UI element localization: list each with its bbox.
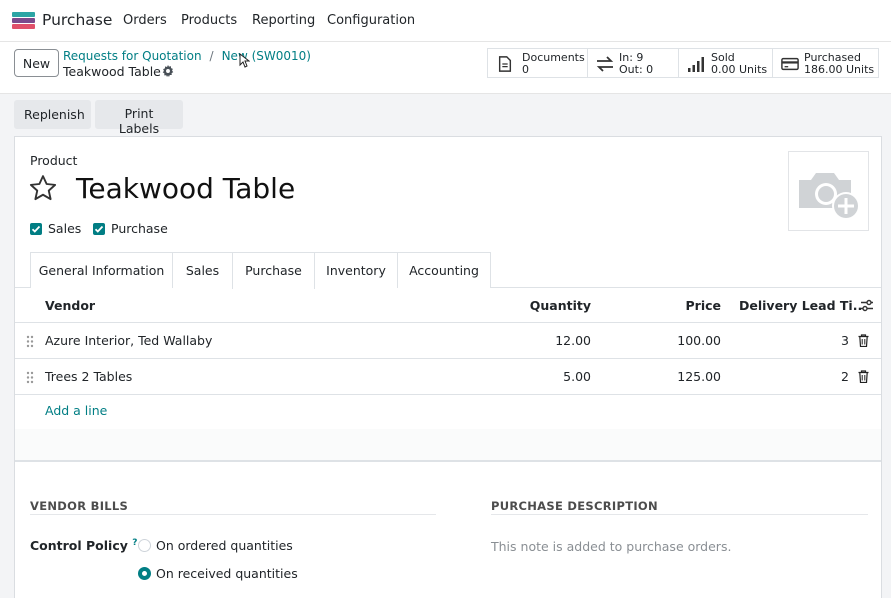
credit-card-icon bbox=[781, 57, 799, 71]
column-price[interactable]: Price bbox=[686, 298, 722, 313]
control-policy-text: Control Policy bbox=[30, 538, 128, 554]
tab-accounting[interactable]: Accounting bbox=[397, 252, 491, 288]
divider bbox=[30, 514, 436, 515]
table-empty-row bbox=[15, 429, 881, 461]
print-labels-button[interactable]: Print Labels bbox=[95, 100, 183, 136]
trash-icon[interactable] bbox=[858, 370, 869, 383]
gear-icon[interactable] bbox=[162, 65, 174, 77]
tab-sales[interactable]: Sales bbox=[172, 252, 233, 288]
control-panel: New Requests for Quotation / New (SW0010… bbox=[0, 42, 891, 94]
radio-received-quantities-label[interactable]: On received quantities bbox=[156, 566, 298, 581]
breadcrumb-new-order-link[interactable]: New (SW0010) bbox=[222, 49, 311, 63]
star-icon[interactable] bbox=[28, 173, 58, 203]
documents-smart-button[interactable]: Documents 0 bbox=[487, 48, 588, 78]
product-type-label: Product bbox=[30, 153, 78, 168]
replenish-button[interactable]: Replenish bbox=[14, 100, 91, 129]
vendor-cell[interactable]: Azure Interior, Ted Wallaby bbox=[45, 333, 212, 348]
radio-ordered-quantities-label[interactable]: On ordered quantities bbox=[156, 538, 293, 553]
purchased-value: 186.00 Units bbox=[804, 63, 875, 76]
drag-handle-icon[interactable] bbox=[26, 335, 34, 348]
drag-handle-icon[interactable] bbox=[26, 371, 34, 384]
document-icon bbox=[498, 56, 512, 72]
purchased-smart-button[interactable]: Purchased 186.00 Units bbox=[772, 48, 879, 78]
record-name: Teakwood Table bbox=[63, 64, 161, 79]
sold-value: 0.00 Units bbox=[711, 63, 768, 76]
quantity-cell[interactable]: 5.00 bbox=[563, 369, 591, 384]
lead-time-cell[interactable]: 3 bbox=[841, 333, 849, 348]
radio-received-quantities[interactable] bbox=[138, 567, 151, 580]
lead-time-cell[interactable]: 2 bbox=[841, 369, 849, 384]
product-image[interactable] bbox=[788, 151, 869, 231]
product-name[interactable]: Teakwood Table bbox=[76, 172, 295, 205]
menu-orders[interactable]: Orders bbox=[123, 13, 167, 28]
quantity-cell[interactable]: 12.00 bbox=[555, 333, 591, 348]
sales-checkbox[interactable] bbox=[30, 223, 42, 235]
documents-label: Documents bbox=[522, 51, 585, 64]
tab-inventory[interactable]: Inventory bbox=[314, 252, 398, 288]
purchase-description-field[interactable]: This note is added to purchase orders. bbox=[491, 539, 731, 554]
transfer-arrows-icon bbox=[596, 56, 614, 72]
menu-configuration[interactable]: Configuration bbox=[327, 13, 415, 28]
price-cell[interactable]: 100.00 bbox=[677, 333, 721, 348]
price-cell[interactable]: 125.00 bbox=[677, 369, 721, 384]
trash-icon[interactable] bbox=[858, 334, 869, 347]
table-row[interactable]: Trees 2 Tables 5.00 125.00 2 bbox=[15, 359, 881, 395]
camera-add-icon bbox=[799, 173, 860, 220]
vendor-bills-title: VENDOR BILLS bbox=[30, 499, 129, 513]
purchase-description-title: PURCHASE DESCRIPTION bbox=[491, 499, 658, 513]
breadcrumb: Requests for Quotation / New (SW0010) bbox=[63, 48, 311, 63]
notebook-tabs: General Information Sales Purchase Inven… bbox=[15, 252, 881, 289]
add-line-link[interactable]: Add a line bbox=[45, 403, 107, 418]
vendor-table-header: Vendor Quantity Price Delivery Lead Ti..… bbox=[15, 288, 881, 323]
mouse-cursor-icon bbox=[239, 53, 250, 68]
menu-products[interactable]: Products bbox=[181, 13, 237, 28]
tab-general-information[interactable]: General Information bbox=[30, 252, 173, 288]
tab-purchase[interactable]: Purchase bbox=[232, 252, 315, 289]
moves-out: Out: 0 bbox=[619, 63, 654, 76]
check-icon bbox=[94, 225, 104, 233]
purchase-checkbox-label: Purchase bbox=[111, 221, 168, 236]
documents-count: 0 bbox=[522, 63, 529, 76]
purchase-app-icon[interactable] bbox=[12, 12, 35, 29]
help-tooltip-icon[interactable]: ? bbox=[132, 538, 137, 548]
check-icon bbox=[31, 225, 41, 233]
table-row[interactable]: Azure Interior, Ted Wallaby 12.00 100.00… bbox=[15, 323, 881, 359]
vendor-cell[interactable]: Trees 2 Tables bbox=[45, 369, 132, 384]
app-name[interactable]: Purchase bbox=[42, 11, 112, 29]
menu-reporting[interactable]: Reporting bbox=[252, 13, 315, 28]
divider bbox=[15, 461, 881, 462]
purchase-checkbox[interactable] bbox=[93, 223, 105, 235]
new-button[interactable]: New bbox=[14, 49, 59, 77]
divider bbox=[491, 514, 868, 515]
breadcrumb-separator: / bbox=[209, 49, 214, 63]
column-quantity[interactable]: Quantity bbox=[530, 298, 591, 313]
bar-chart-icon bbox=[688, 57, 704, 72]
column-delivery-lead-time[interactable]: Delivery Lead Ti... bbox=[739, 298, 867, 313]
control-policy-label: Control Policy ? bbox=[30, 538, 138, 553]
sold-smart-button[interactable]: Sold 0.00 Units bbox=[678, 48, 773, 78]
product-form-sheet: Product Teakwood Table Sales Purchase Ge… bbox=[14, 136, 882, 598]
breadcrumb-rfq-link[interactable]: Requests for Quotation bbox=[63, 49, 202, 63]
in-out-smart-button[interactable]: In: 9 Out: 0 bbox=[587, 48, 679, 78]
column-vendor[interactable]: Vendor bbox=[45, 298, 95, 313]
optional-columns-icon[interactable] bbox=[860, 299, 874, 312]
top-navbar: Purchase Orders Products Reporting Confi… bbox=[0, 0, 891, 42]
radio-ordered-quantities[interactable] bbox=[138, 539, 151, 552]
sales-checkbox-label: Sales bbox=[48, 221, 82, 236]
